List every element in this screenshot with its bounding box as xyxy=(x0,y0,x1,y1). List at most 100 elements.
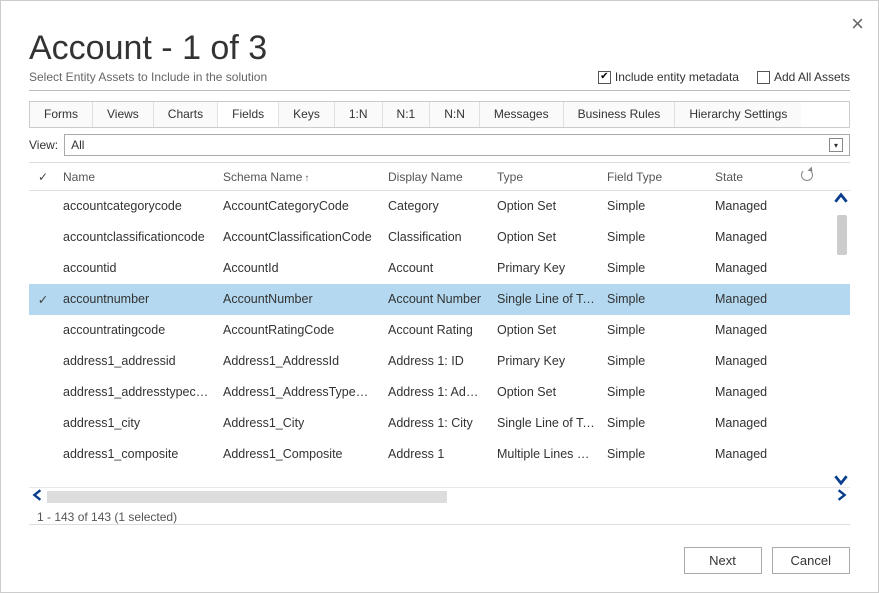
tab-charts[interactable]: Charts xyxy=(154,102,218,127)
select-all-checkbox[interactable]: ✓ xyxy=(29,170,57,184)
grid-body: accountcategorycodeAccountCategoryCodeCa… xyxy=(29,191,850,487)
hscroll-thumb[interactable] xyxy=(47,491,447,503)
add-all-option[interactable]: Add All Assets xyxy=(757,70,850,84)
cell-name: accountratingcode xyxy=(57,323,217,337)
cell-name: address1_addresstypecode xyxy=(57,385,217,399)
grid-header: ✓ Name Schema Name↑ Display Name Type Fi… xyxy=(29,163,850,191)
cell-schema: AccountClassificationCode xyxy=(217,230,382,244)
cell-fieldtype: Simple xyxy=(601,447,709,461)
cell-type: Multiple Lines of… xyxy=(491,447,601,461)
tab-business-rules[interactable]: Business Rules xyxy=(564,102,676,127)
cell-schema: AccountNumber xyxy=(217,292,382,306)
cell-type: Primary Key xyxy=(491,261,601,275)
include-metadata-option[interactable]: Include entity metadata xyxy=(598,70,739,84)
cell-state: Managed xyxy=(709,447,795,461)
vertical-scrollbar[interactable] xyxy=(832,191,850,487)
view-row: View: All ▾ xyxy=(29,134,850,156)
hscroll-track[interactable] xyxy=(47,491,832,503)
cell-name: accountcategorycode xyxy=(57,199,217,213)
table-row[interactable]: accountratingcodeAccountRatingCodeAccoun… xyxy=(29,315,850,346)
table-row[interactable]: accountidAccountIdAccountPrimary KeySimp… xyxy=(29,253,850,284)
view-selected-value: All xyxy=(71,138,84,152)
status-text: 1 - 143 of 143 (1 selected) xyxy=(29,505,850,524)
tab-forms[interactable]: Forms xyxy=(30,102,93,127)
table-row[interactable]: address1_addresstypecodeAddress1_Address… xyxy=(29,377,850,408)
tab-hierarchy-settings[interactable]: Hierarchy Settings xyxy=(675,102,801,127)
tab-views[interactable]: Views xyxy=(93,102,154,127)
scroll-down-icon[interactable] xyxy=(833,471,849,487)
cell-schema: Address1_AddressTypeCode xyxy=(217,385,382,399)
table-row[interactable]: address1_addressidAddress1_AddressIdAddr… xyxy=(29,346,850,377)
cell-type: Primary Key xyxy=(491,354,601,368)
cell-state: Managed xyxy=(709,261,795,275)
cell-schema: Address1_AddressId xyxy=(217,354,382,368)
tabs-container: FormsViewsChartsFieldsKeys1:NN:1N:NMessa… xyxy=(29,101,850,128)
cell-schema: AccountRatingCode xyxy=(217,323,382,337)
include-metadata-checkbox-icon[interactable] xyxy=(598,71,611,84)
add-all-checkbox-icon[interactable] xyxy=(757,71,770,84)
cell-display: Account Rating xyxy=(382,323,491,337)
scrollbar-thumb[interactable] xyxy=(837,215,847,255)
cell-fieldtype: Simple xyxy=(601,323,709,337)
column-schema[interactable]: Schema Name↑ xyxy=(217,170,382,184)
cell-display: Address 1 xyxy=(382,447,491,461)
table-row[interactable]: accountcategorycodeAccountCategoryCodeCa… xyxy=(29,191,850,222)
grid: ✓ Name Schema Name↑ Display Name Type Fi… xyxy=(29,162,850,525)
footer: Next Cancel xyxy=(29,547,850,574)
dialog: × Account - 1 of 3 Select Entity Assets … xyxy=(1,1,878,592)
view-select[interactable]: All ▾ xyxy=(64,134,850,156)
cell-display: Address 1: ID xyxy=(382,354,491,368)
scroll-up-icon[interactable] xyxy=(833,191,849,207)
cell-schema: AccountId xyxy=(217,261,382,275)
scroll-right-icon[interactable] xyxy=(832,488,850,506)
table-row[interactable]: accountclassificationcodeAccountClassifi… xyxy=(29,222,850,253)
cell-display: Account xyxy=(382,261,491,275)
cancel-button[interactable]: Cancel xyxy=(772,547,850,574)
cell-schema: Address1_City xyxy=(217,416,382,430)
options: Include entity metadata Add All Assets xyxy=(598,70,850,84)
table-row[interactable]: address1_cityAddress1_CityAddress 1: Cit… xyxy=(29,408,850,439)
next-button[interactable]: Next xyxy=(684,547,762,574)
cell-name: address1_composite xyxy=(57,447,217,461)
cell-state: Managed xyxy=(709,385,795,399)
cell-display: Category xyxy=(382,199,491,213)
chevron-down-icon[interactable]: ▾ xyxy=(829,138,843,152)
close-icon[interactable]: × xyxy=(851,11,864,37)
tab-messages[interactable]: Messages xyxy=(480,102,564,127)
cell-name: accountid xyxy=(57,261,217,275)
column-type[interactable]: Type xyxy=(491,170,601,184)
scroll-left-icon[interactable] xyxy=(29,488,47,506)
column-name[interactable]: Name xyxy=(57,170,217,184)
cell-fieldtype: Simple xyxy=(601,199,709,213)
cell-schema: Address1_Composite xyxy=(217,447,382,461)
subtitle: Select Entity Assets to Include in the s… xyxy=(29,70,267,84)
refresh-button[interactable] xyxy=(795,169,819,184)
row-checkbox[interactable]: ✓ xyxy=(29,292,57,307)
cell-type: Single Line of Text xyxy=(491,416,601,430)
cell-name: address1_addressid xyxy=(57,354,217,368)
tab-fields[interactable]: Fields xyxy=(218,102,279,127)
view-label: View: xyxy=(29,138,58,152)
cell-state: Managed xyxy=(709,354,795,368)
cell-display: Address 1: City xyxy=(382,416,491,430)
column-display[interactable]: Display Name xyxy=(382,170,491,184)
tab-keys[interactable]: Keys xyxy=(279,102,335,127)
include-metadata-label: Include entity metadata xyxy=(615,70,739,84)
sort-asc-icon: ↑ xyxy=(304,173,309,184)
tab-n-n[interactable]: N:N xyxy=(430,102,480,127)
cell-display: Classification xyxy=(382,230,491,244)
cell-name: accountclassificationcode xyxy=(57,230,217,244)
cell-state: Managed xyxy=(709,230,795,244)
add-all-label: Add All Assets xyxy=(774,70,850,84)
cell-type: Option Set xyxy=(491,199,601,213)
table-row[interactable]: address1_compositeAddress1_CompositeAddr… xyxy=(29,439,850,470)
table-row[interactable]: ✓accountnumberAccountNumberAccount Numbe… xyxy=(29,284,850,315)
tab-1-n[interactable]: 1:N xyxy=(335,102,383,127)
cell-type: Option Set xyxy=(491,323,601,337)
cell-state: Managed xyxy=(709,199,795,213)
tab-n-1[interactable]: N:1 xyxy=(383,102,431,127)
column-state[interactable]: State xyxy=(709,170,795,184)
cell-type: Option Set xyxy=(491,385,601,399)
column-fieldtype[interactable]: Field Type xyxy=(601,170,709,184)
horizontal-scrollbar[interactable] xyxy=(29,487,850,505)
